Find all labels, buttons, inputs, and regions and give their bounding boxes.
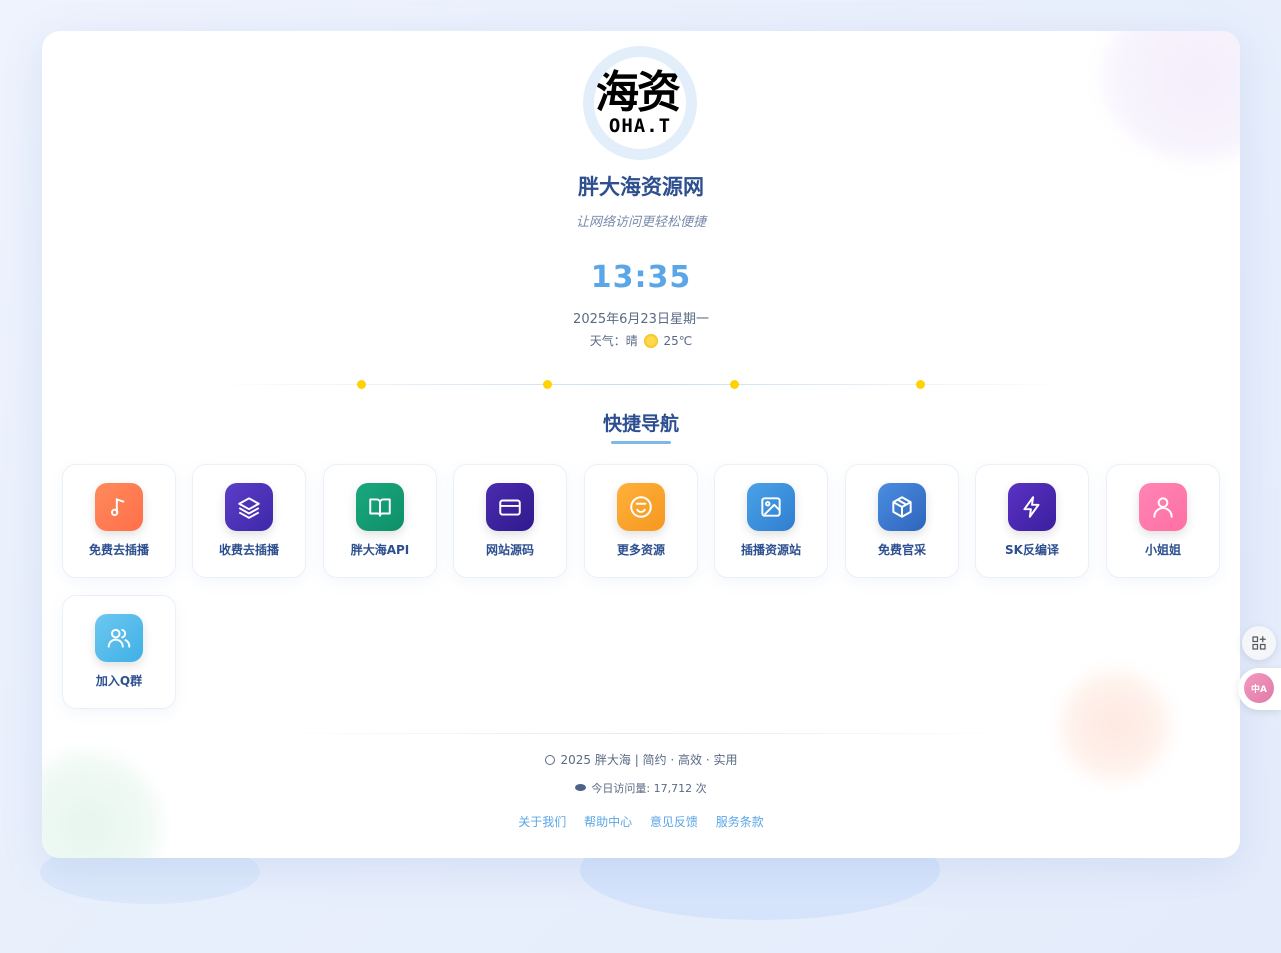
- clock-date: 2025年6月23日星期一: [573, 312, 709, 327]
- eye-icon: [575, 784, 587, 791]
- divider-dot: [730, 380, 739, 389]
- layers-icon: [225, 483, 273, 531]
- image-icon: [747, 483, 795, 531]
- site-logo[interactable]: 海资 OHA.T: [583, 46, 697, 160]
- nav-item-more-resources[interactable]: 更多资源: [584, 464, 698, 578]
- main-card: 海资 OHA.T 胖大海资源网 让网络访问更轻松便捷 13:35 2025年6月…: [42, 31, 1240, 858]
- nav-item-join-qq-group[interactable]: 加入Q群: [62, 595, 176, 709]
- nav-title: 快捷导航: [602, 413, 679, 435]
- nav-item-label: 网站源码: [485, 543, 534, 557]
- nav-item-insert-site[interactable]: 插播资源站: [714, 464, 828, 578]
- lightning-icon: [1008, 483, 1056, 531]
- footer-visits: 今日访问量: 17,712 次: [42, 780, 1240, 796]
- music-note-icon: [95, 483, 143, 531]
- nav-item-label: 免费官采: [877, 543, 926, 557]
- weather-info: 天气：晴 25℃: [42, 332, 1240, 349]
- nav-item-young-lady[interactable]: 小姐姐: [1106, 464, 1220, 578]
- clock-time: 13:35: [590, 260, 692, 295]
- decor-blob: [1100, 31, 1240, 161]
- copyright-text: 2025 胖大海 | 简约 · 高效 · 实用: [560, 753, 738, 767]
- visits-text: 今日访问量: 17,712 次: [591, 782, 707, 795]
- footer-divider: [262, 733, 1022, 734]
- logo-image: 海资 OHA.T: [594, 57, 686, 149]
- divider-dot: [916, 380, 925, 389]
- apps-button[interactable]: [1242, 626, 1276, 660]
- nav-item-label: 加入Q群: [95, 674, 143, 688]
- temperature: 25℃: [663, 334, 693, 348]
- footer-links: 关于我们 帮助中心 意见反馈 服务条款: [42, 813, 1240, 830]
- divider-dot: [543, 380, 552, 389]
- nav-item-sk-decompile[interactable]: SK反编译: [975, 464, 1089, 578]
- site-slogan: 让网络访问更轻松便捷: [575, 215, 706, 230]
- nav-item-paid-deinsert[interactable]: 收费去插播: [192, 464, 306, 578]
- nav-item-source-code[interactable]: 网站源码: [453, 464, 567, 578]
- nav-item-free-official[interactable]: 免费官采: [845, 464, 959, 578]
- nav-item-label: 胖大海API: [350, 543, 410, 557]
- box-icon: [878, 483, 926, 531]
- smile-icon: [617, 483, 665, 531]
- users-icon: [95, 614, 143, 662]
- apps-grid-icon: [1252, 636, 1266, 650]
- logo-text: 海资: [595, 67, 681, 118]
- nav-item-label: 插播资源站: [740, 543, 801, 557]
- logo-subtext: OHA.T: [608, 115, 672, 137]
- user-icon: [1139, 483, 1187, 531]
- link-feedback[interactable]: 意见反馈: [650, 815, 698, 829]
- card-icon: [486, 483, 534, 531]
- copyright-icon: [544, 755, 555, 765]
- sun-icon: [643, 334, 658, 348]
- nav-item-free-deinsert[interactable]: 免费去插播: [62, 464, 176, 578]
- link-help-center[interactable]: 帮助中心: [584, 815, 632, 829]
- link-about-us[interactable]: 关于我们: [518, 815, 566, 829]
- weather-label: 天气：晴: [589, 334, 638, 348]
- nav-item-label: 免费去插播: [88, 543, 149, 557]
- translate-label: 中A: [1251, 684, 1267, 695]
- nav-item-api[interactable]: 胖大海API: [323, 464, 437, 578]
- nav-item-label: 小姐姐: [1144, 543, 1181, 557]
- nav-item-label: 更多资源: [616, 543, 665, 557]
- nav-title-underline: [611, 441, 671, 444]
- translate-widget[interactable]: 中A: [1238, 668, 1281, 710]
- translate-icon[interactable]: 中A: [1244, 673, 1274, 703]
- book-icon: [356, 483, 404, 531]
- divider-dot: [357, 380, 366, 389]
- link-terms[interactable]: 服务条款: [716, 815, 764, 829]
- nav-item-label: 收费去插播: [218, 543, 279, 557]
- nav-item-label: SK反编译: [1005, 543, 1059, 557]
- footer-copyright: 2025 胖大海 | 简约 · 高效 · 实用: [42, 751, 1240, 768]
- site-title: 胖大海资源网: [578, 175, 704, 199]
- section-divider: [212, 384, 1072, 385]
